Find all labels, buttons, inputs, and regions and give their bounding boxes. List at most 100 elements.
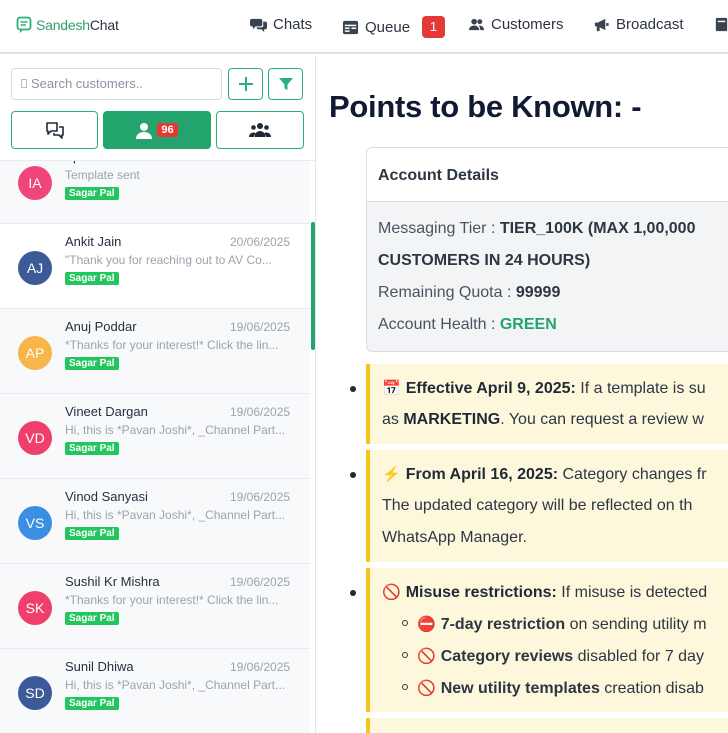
chat-logo-icon	[16, 16, 32, 33]
search-input[interactable]: Search customers..	[11, 68, 222, 100]
account-details-heading: Account Details	[367, 148, 728, 202]
main-panel: Points to be Known: - Account Details Me…	[316, 56, 728, 733]
customer-name: Iqbal Ahmed	[65, 161, 137, 164]
app-logo[interactable]: SandeshChat	[16, 16, 119, 34]
circle-bullet-icon	[402, 619, 408, 626]
circle-bullet-icon	[402, 651, 408, 658]
avatar: IA	[18, 166, 52, 200]
chat-list-item[interactable]: VD Vineet Dargan 19/06/2025 Hi, this is *Pa…	[0, 394, 310, 479]
nav-queue-label: Queue	[365, 18, 411, 36]
circle-bullet-icon	[402, 683, 408, 690]
customer-name: Ankit Jain	[65, 234, 122, 249]
note-line: The updated category will be reflected o…	[382, 497, 693, 514]
last-message: *Thanks for your interest!* Click the li…	[65, 338, 279, 352]
nav-broadcast-label: Broadcast	[616, 16, 684, 33]
last-message: Template sent	[65, 168, 140, 182]
chat-list-item[interactable]: SK Sushil Kr Mishra 19/06/2025 *Thanks for …	[0, 564, 310, 649]
customer-name: Vinod Sanyasi	[65, 489, 148, 504]
nav-chats[interactable]: Chats	[250, 16, 312, 33]
avatar: AJ	[18, 251, 52, 285]
nav-broadcast[interactable]: Broadcast	[593, 16, 684, 33]
plus-icon	[238, 77, 253, 91]
filter-icon	[278, 78, 293, 90]
bullet-dot	[350, 590, 356, 596]
customer-name: Sushil Kr Mishra	[65, 574, 160, 589]
avatar: AP	[18, 336, 52, 370]
agent-badge: Sagar Pal	[65, 357, 119, 370]
agent-badge: Sagar Pal	[65, 612, 119, 625]
last-message: Hi, this is *Pavan Joshi*, _Channel Part…	[65, 508, 286, 522]
agent-badge: Sagar Pal	[65, 527, 119, 540]
chat-sidebar: Search customers.. 96 IA Iqbal Ahmed 20/06…	[0, 56, 316, 733]
search-icon	[21, 79, 27, 89]
avatar: SD	[18, 676, 52, 710]
chat-list-item[interactable]: AP Anuj Poddar 19/06/2025 *Thanks for your …	[0, 309, 310, 394]
queue-icon	[342, 20, 359, 34]
sub-note: 🚫 New utility templates creation disab	[402, 679, 704, 698]
group-icon	[249, 123, 271, 137]
user-icon	[136, 122, 153, 139]
chats-outline-icon	[45, 122, 64, 139]
chat-date: 19/06/2025	[230, 575, 291, 589]
prohibited-icon: 🚫	[382, 584, 401, 601]
prohibited-icon: 🚫	[417, 680, 436, 697]
add-customer-button[interactable]	[228, 68, 263, 100]
no-entry-icon: ⛔	[417, 616, 436, 633]
customer-name: Vineet Dargan	[65, 404, 148, 419]
tab-contacts[interactable]: 96	[103, 111, 211, 149]
calendar-icon: 📅	[382, 380, 401, 397]
search-placeholder: Search customers..	[31, 76, 143, 91]
note-from-april-16: ⚡ From April 16, 2025: Category changes f…	[366, 450, 728, 562]
last-message: Hi, this is *Pavan Joshi*, _Channel Part…	[65, 678, 286, 692]
messaging-tier-line: Messaging Tier : TIER_100K (MAX 1,00,000	[378, 220, 696, 237]
account-health-line: Account Health : GREEN	[378, 316, 557, 333]
customers-icon	[468, 18, 485, 31]
bullet-dot	[350, 472, 356, 478]
last-message: "Thank you for reaching out to AV Co...	[65, 253, 272, 267]
chat-list-scrollbar[interactable]	[311, 222, 315, 350]
note-line: ⚡ From April 16, 2025: Category changes f…	[382, 466, 707, 483]
tab-groups[interactable]	[216, 111, 304, 149]
nav-more[interactable]	[713, 16, 728, 33]
nav-chats-label: Chats	[273, 16, 313, 33]
note-line: WhatsApp Manager.	[382, 529, 527, 546]
nav-customers[interactable]: Customers	[468, 16, 564, 33]
sub-note: ⛔ 7-day restriction on sending utility m	[402, 615, 707, 634]
top-nav: SandeshChat Chats Queue 1 Customers Broa…	[0, 0, 728, 54]
last-message: Hi, this is *Pavan Joshi*, _Channel Part…	[65, 423, 286, 437]
contacts-count-badge: 96	[157, 123, 178, 137]
agent-badge: Sagar Pal	[65, 442, 119, 455]
chats-icon	[250, 18, 267, 33]
page-title: Points to be Known: -	[329, 89, 642, 124]
customer-name: Anuj Poddar	[65, 319, 137, 334]
messaging-tier-line-2: CUSTOMERS IN 24 HOURS)	[378, 252, 591, 269]
chat-list-item[interactable]: AJ Ankit Jain 20/06/2025 "Thank you for rea…	[0, 224, 310, 309]
chat-list-item[interactable]: VS Vinod Sanyasi 19/06/2025 Hi, this is *Pa…	[0, 479, 310, 564]
customer-name: Sunil Dhiwa	[65, 659, 134, 674]
note-line: as MARKETING. You can request a review w	[382, 411, 704, 428]
chat-date: 19/06/2025	[230, 490, 291, 504]
remaining-quota-line: Remaining Quota : 99999	[378, 284, 561, 301]
app-name: SandeshChat	[36, 17, 119, 33]
note-line: 🚫 Misuse restrictions: If misuse is detec…	[382, 584, 708, 601]
prohibited-icon: 🚫	[417, 648, 436, 665]
megaphone-icon	[594, 18, 609, 32]
nav-queue[interactable]: Queue 1	[342, 16, 446, 38]
chat-list-item[interactable]: SD Sunil Dhiwa 19/06/2025 Hi, this is *Pava…	[0, 649, 310, 733]
nav-customers-label: Customers	[491, 16, 564, 33]
last-message: *Thanks for your interest!* Click the li…	[65, 593, 279, 607]
queue-count-badge: 1	[422, 16, 446, 38]
filter-button[interactable]	[268, 68, 303, 100]
agent-badge: Sagar Pal	[65, 187, 119, 200]
bullet-dot	[350, 386, 356, 392]
note-effective-april-9: 📅 Effective April 9, 2025: If a template …	[366, 364, 728, 444]
lightning-icon: ⚡	[382, 466, 401, 483]
chat-date: 20/06/2025	[230, 235, 291, 249]
chat-list-item[interactable]: IA Iqbal Ahmed 20/06/2025 Template sent Saga…	[0, 161, 310, 224]
avatar: SK	[18, 591, 52, 625]
chat-list: IA Iqbal Ahmed 20/06/2025 Template sent Saga…	[0, 160, 316, 733]
tab-chats[interactable]	[11, 111, 98, 149]
agent-badge: Sagar Pal	[65, 697, 119, 710]
document-icon	[715, 17, 728, 32]
avatar: VS	[18, 506, 52, 540]
